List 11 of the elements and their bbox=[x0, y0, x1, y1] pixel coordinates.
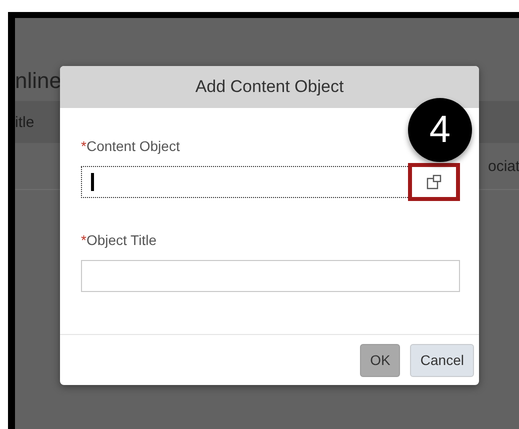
ok-button[interactable]: OK bbox=[360, 344, 400, 376]
field-label: *Content Object bbox=[81, 138, 181, 154]
value-help-button[interactable] bbox=[408, 163, 460, 201]
field-label: *Object Title bbox=[81, 232, 158, 248]
dialog-title: Add Content Object bbox=[60, 66, 479, 108]
text-cursor bbox=[91, 173, 94, 191]
cancel-button[interactable]: Cancel bbox=[410, 344, 474, 376]
page-heading: nline bbox=[15, 68, 62, 93]
value-help-icon bbox=[426, 174, 442, 190]
input-field[interactable] bbox=[81, 166, 460, 198]
column-header: itle bbox=[15, 114, 34, 130]
